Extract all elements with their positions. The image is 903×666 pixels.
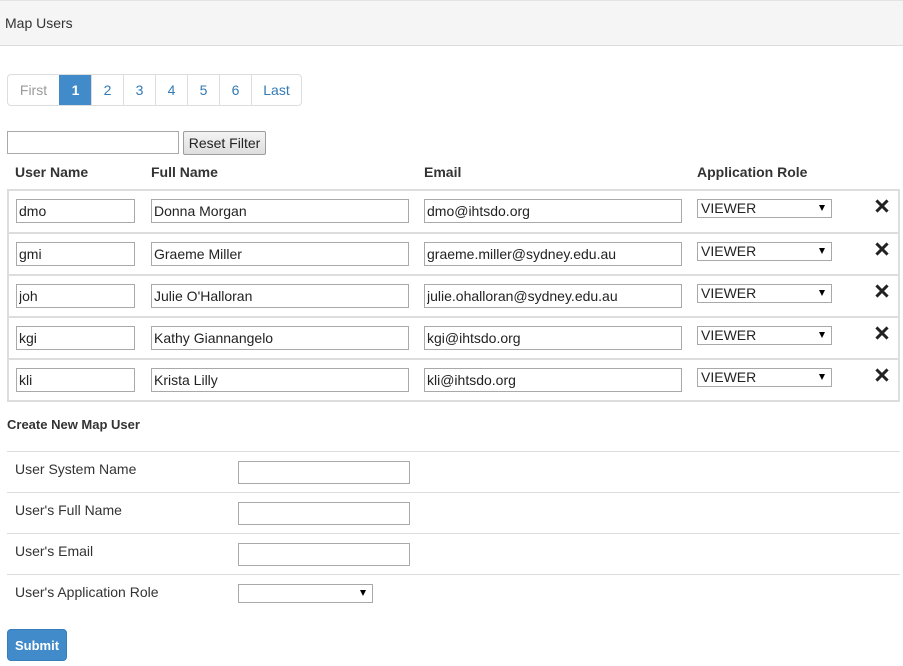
form-row-role: User's Application Role bbox=[7, 574, 900, 615]
close-icon[interactable] bbox=[875, 242, 889, 256]
page-4[interactable]: 4 bbox=[155, 75, 187, 105]
reset-filter-button[interactable]: Reset Filter bbox=[183, 131, 266, 155]
close-icon[interactable] bbox=[875, 284, 889, 298]
role-value: VIEWER bbox=[701, 327, 757, 343]
header-email: Email bbox=[424, 164, 462, 180]
system-name-input[interactable] bbox=[238, 461, 410, 484]
form-row-system-name: User System Name bbox=[7, 451, 900, 492]
page-1[interactable]: 1 bbox=[59, 75, 91, 105]
chevron-down-icon bbox=[819, 205, 825, 211]
role-select[interactable]: VIEWER bbox=[697, 368, 832, 387]
create-user-title: Create New Map User bbox=[7, 417, 140, 432]
new-full-name-input[interactable] bbox=[238, 502, 410, 525]
full-name-input[interactable] bbox=[151, 242, 409, 266]
role-select[interactable]: VIEWER bbox=[697, 284, 832, 303]
page-first[interactable]: First bbox=[8, 75, 59, 105]
page-5[interactable]: 5 bbox=[187, 75, 219, 105]
table-row: VIEWER bbox=[9, 274, 898, 316]
email-input[interactable] bbox=[424, 199, 682, 223]
user-name-input[interactable] bbox=[16, 199, 135, 223]
panel-header: Map Users bbox=[0, 0, 903, 46]
full-name-input[interactable] bbox=[151, 326, 409, 350]
full-name-input[interactable] bbox=[151, 284, 409, 308]
role-value: VIEWER bbox=[701, 243, 757, 259]
page-title: Map Users bbox=[5, 15, 73, 31]
page-last[interactable]: Last bbox=[251, 75, 301, 105]
full-name-input[interactable] bbox=[151, 368, 409, 392]
filter-input[interactable] bbox=[7, 131, 179, 154]
role-select[interactable]: VIEWER bbox=[697, 242, 832, 261]
full-name-label: User's Full Name bbox=[15, 502, 122, 518]
role-value: VIEWER bbox=[701, 369, 757, 385]
user-name-input[interactable] bbox=[16, 284, 135, 308]
table-row: VIEWER bbox=[9, 191, 898, 232]
header-full-name: Full Name bbox=[151, 164, 218, 180]
users-table: VIEWER VIEWER VIEWER bbox=[7, 189, 900, 402]
pagination: First 1 2 3 4 5 6 Last bbox=[7, 74, 302, 106]
user-name-input[interactable] bbox=[16, 242, 135, 266]
close-icon[interactable] bbox=[875, 368, 889, 382]
chevron-down-icon bbox=[819, 248, 825, 254]
submit-button[interactable]: Submit bbox=[7, 629, 67, 661]
table-row: VIEWER bbox=[9, 316, 898, 358]
close-icon[interactable] bbox=[875, 199, 889, 213]
chevron-down-icon bbox=[819, 374, 825, 380]
full-name-input[interactable] bbox=[151, 199, 409, 223]
table-row: VIEWER bbox=[9, 358, 898, 400]
role-select[interactable]: VIEWER bbox=[697, 326, 832, 345]
page-2[interactable]: 2 bbox=[91, 75, 123, 105]
email-input[interactable] bbox=[424, 326, 682, 350]
page-3[interactable]: 3 bbox=[123, 75, 155, 105]
system-name-label: User System Name bbox=[15, 461, 137, 477]
header-application-role: Application Role bbox=[697, 164, 808, 180]
form-row-full-name: User's Full Name bbox=[7, 492, 900, 533]
close-icon[interactable] bbox=[875, 326, 889, 340]
email-input[interactable] bbox=[424, 368, 682, 392]
email-input[interactable] bbox=[424, 242, 682, 266]
chevron-down-icon bbox=[360, 590, 366, 596]
chevron-down-icon bbox=[819, 332, 825, 338]
page-6[interactable]: 6 bbox=[219, 75, 251, 105]
role-value: VIEWER bbox=[701, 285, 757, 301]
new-email-input[interactable] bbox=[238, 543, 410, 566]
email-input[interactable] bbox=[424, 284, 682, 308]
chevron-down-icon bbox=[819, 290, 825, 296]
role-select[interactable]: VIEWER bbox=[697, 199, 832, 218]
email-label: User's Email bbox=[15, 543, 94, 559]
role-label: User's Application Role bbox=[15, 584, 159, 600]
role-value: VIEWER bbox=[701, 200, 757, 216]
user-name-input[interactable] bbox=[16, 326, 135, 350]
form-row-email: User's Email bbox=[7, 533, 900, 574]
header-user-name: User Name bbox=[15, 164, 89, 180]
new-role-select[interactable] bbox=[238, 584, 373, 603]
table-row: VIEWER bbox=[9, 232, 898, 274]
user-name-input[interactable] bbox=[16, 368, 135, 392]
